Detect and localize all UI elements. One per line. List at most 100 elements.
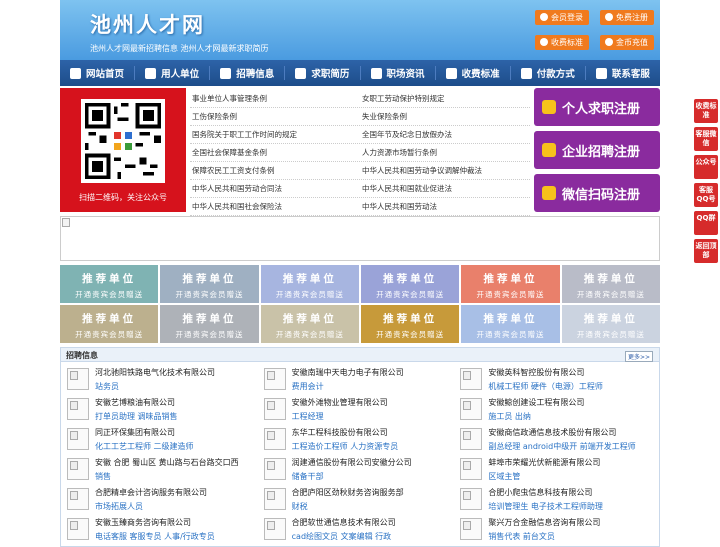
position-links[interactable]: 电话客服 客服专员 人事/行政专员 (95, 531, 215, 542)
law-link[interactable]: 中华人民共和国就业促进法 (360, 180, 530, 197)
company-logo[interactable] (263, 398, 286, 420)
more-link[interactable]: 更多>> (624, 351, 653, 362)
company-link[interactable]: 东华工程科技股份有限公司 (292, 427, 388, 438)
recommended-company-tile[interactable]: 推荐单位 开通贵宾会员赠送 (561, 305, 660, 343)
recommended-company-tile[interactable]: 推荐单位 开通贵宾会员赠送 (160, 305, 259, 343)
wechat-register-button[interactable]: 微信扫码注册 (534, 174, 660, 212)
nav-item-1[interactable]: 用人单位 (135, 66, 211, 80)
law-link[interactable]: 中华人民共和国社会保险法 (190, 198, 360, 215)
company-logo[interactable] (67, 428, 89, 450)
law-link[interactable]: 中华人民共和国劳动合同法 (190, 180, 360, 197)
company-logo[interactable] (460, 458, 483, 480)
ad-banner[interactable] (60, 216, 660, 261)
company-logo[interactable] (263, 458, 286, 480)
position-links[interactable]: 工程经理 (292, 411, 324, 422)
company-link[interactable]: 合肥小爬虫信息科技有限公司 (488, 487, 592, 498)
company-logo[interactable] (263, 368, 286, 390)
company-register-button[interactable]: 企业招聘注册 (534, 131, 660, 169)
company-link[interactable]: 同正环保集团有限公司 (95, 427, 175, 438)
company-link[interactable]: 蚌埠市荣耀光伏新能源有限公司 (488, 457, 600, 468)
law-link[interactable]: 保障农民工工资支付条例 (190, 162, 360, 179)
recharge-button[interactable]: 金币充值 (600, 35, 654, 50)
recommended-company-tile[interactable]: 推荐单位 开通贵宾会员赠送 (461, 305, 560, 343)
recommended-company-tile[interactable]: 推荐单位 开通贵宾会员赠送 (361, 305, 460, 343)
position-links[interactable]: 销售代表 前台文员 (488, 531, 555, 542)
law-link[interactable]: 人力资源市场暂行条例 (360, 144, 530, 161)
nav-item-5[interactable]: 收费标准 (436, 66, 511, 80)
position-links[interactable]: 工程造价工程师 人力资源专员 (292, 441, 399, 452)
company-logo[interactable] (460, 428, 483, 450)
register-button[interactable]: 免费注册 (600, 10, 654, 25)
company-logo[interactable] (460, 488, 483, 510)
company-logo[interactable] (67, 458, 89, 480)
job-seeker-register-button[interactable]: 个人求职注册 (534, 88, 660, 126)
site-logo[interactable]: 池州人才网 (90, 9, 205, 39)
company-logo[interactable] (67, 398, 89, 420)
company-link[interactable]: 河北驰阳铁路电气化技术有限公司 (95, 367, 215, 378)
company-logo[interactable] (67, 488, 89, 510)
position-links[interactable]: 区域主管 (488, 471, 520, 482)
law-link[interactable]: 失业保险条例 (360, 108, 530, 125)
position-links[interactable]: 销售 (95, 471, 111, 482)
nav-item-2[interactable]: 招聘信息 (210, 66, 286, 80)
company-link[interactable]: 安徽艺博粮油有限公司 (95, 397, 175, 408)
position-links[interactable]: 费用会计 (292, 381, 324, 392)
pricing-button[interactable]: 收费标准 (535, 35, 589, 50)
position-links[interactable]: 财税 (292, 501, 308, 512)
recommended-company-tile[interactable]: 推荐单位 开通贵宾会员赠送 (361, 265, 460, 303)
company-logo[interactable] (263, 488, 286, 510)
nav-item-7[interactable]: 联系客服 (586, 66, 660, 80)
company-link[interactable]: 合肥软世通信息技术有限公司 (292, 517, 396, 528)
nav-item-6[interactable]: 付款方式 (511, 66, 586, 80)
recommended-company-tile[interactable]: 推荐单位 开通贵宾会员赠送 (260, 265, 359, 303)
position-links[interactable]: cad绘图文员 文案编辑 行政 (292, 531, 391, 542)
position-links[interactable]: 机械工程师 硬件（电源）工程师 (488, 381, 603, 392)
side-button-3[interactable]: 客服QQ号 (694, 183, 718, 207)
company-logo[interactable] (263, 428, 286, 450)
company-logo[interactable] (460, 368, 483, 390)
company-link[interactable]: 安徽玉臻商务咨询有限公司 (95, 517, 191, 528)
company-link[interactable]: 合肥精卓会计咨询服务有限公司 (95, 487, 207, 498)
company-logo[interactable] (460, 398, 483, 420)
position-links[interactable]: 化工工艺工程师 二级建造师 (95, 441, 194, 452)
position-links[interactable]: 打单员助理 调味品销售 (95, 411, 178, 422)
law-link[interactable]: 事业单位人事管理条例 (190, 90, 360, 107)
law-link[interactable]: 国务院关于职工工作时间的规定 (190, 126, 360, 143)
side-button-5[interactable]: 返回顶部 (694, 239, 718, 263)
law-link[interactable]: 工伤保险条例 (190, 108, 360, 125)
login-button[interactable]: 会员登录 (535, 10, 589, 25)
nav-item-3[interactable]: 求职简历 (285, 66, 361, 80)
side-button-2[interactable]: 公众号 (694, 155, 718, 179)
recommended-company-tile[interactable]: 推荐单位 开通贵宾会员赠送 (60, 305, 159, 343)
recommended-company-tile[interactable]: 推荐单位 开通贵宾会员赠送 (260, 305, 359, 343)
recommended-company-tile[interactable]: 推荐单位 开通贵宾会员赠送 (561, 265, 660, 303)
side-button-4[interactable]: QQ群 (694, 211, 718, 235)
law-link[interactable]: 全国社会保障基金条例 (190, 144, 360, 161)
company-logo[interactable] (263, 518, 286, 540)
nav-item-4[interactable]: 职场资讯 (361, 66, 436, 80)
recommended-company-tile[interactable]: 推荐单位 开通贵宾会员赠送 (160, 265, 259, 303)
position-links[interactable]: 市场拓展人员 (95, 501, 143, 512)
company-link[interactable]: 安徽鲸创建设工程有限公司 (488, 397, 584, 408)
company-link[interactable]: 安徽南瑞中天电力电子有限公司 (292, 367, 404, 378)
law-link[interactable]: 中华人民共和国劳动争议调解仲裁法 (360, 162, 530, 179)
company-link[interactable]: 安徽 合肥 蜀山区 黄山路与石台路交口西 (95, 457, 239, 468)
side-button-0[interactable]: 收费标准 (694, 99, 718, 123)
recommended-company-tile[interactable]: 推荐单位 开通贵宾会员赠送 (60, 265, 159, 303)
law-link[interactable]: 中华人民共和国劳动法 (360, 198, 530, 215)
company-link[interactable]: 聚兴万合金融信息咨询有限公司 (488, 517, 600, 528)
position-links[interactable]: 施工员 出纳 (488, 411, 531, 422)
company-logo[interactable] (460, 518, 483, 540)
law-link[interactable]: 女职工劳动保护特别规定 (360, 90, 530, 107)
law-link[interactable]: 全国年节及纪念日放假办法 (360, 126, 530, 143)
position-links[interactable]: 副总经理 android中级开 前端开发工程师 (488, 441, 635, 452)
side-button-1[interactable]: 客服微信 (694, 127, 718, 151)
company-logo[interactable] (67, 518, 89, 540)
company-link[interactable]: 安徽英科智控股份有限公司 (488, 367, 584, 378)
recommended-company-tile[interactable]: 推荐单位 开通贵宾会员赠送 (461, 265, 560, 303)
company-link[interactable]: 安徽外滩物业管理有限公司 (292, 397, 388, 408)
position-links[interactable]: 站务员 (95, 381, 119, 392)
company-link[interactable]: 安徽商信政通信息技术股份有限公司 (488, 427, 616, 438)
position-links[interactable]: 培训管理生 电子技术工程师助理 (488, 501, 603, 512)
company-link[interactable]: 润建通信股份有限公司安徽分公司 (292, 457, 412, 468)
